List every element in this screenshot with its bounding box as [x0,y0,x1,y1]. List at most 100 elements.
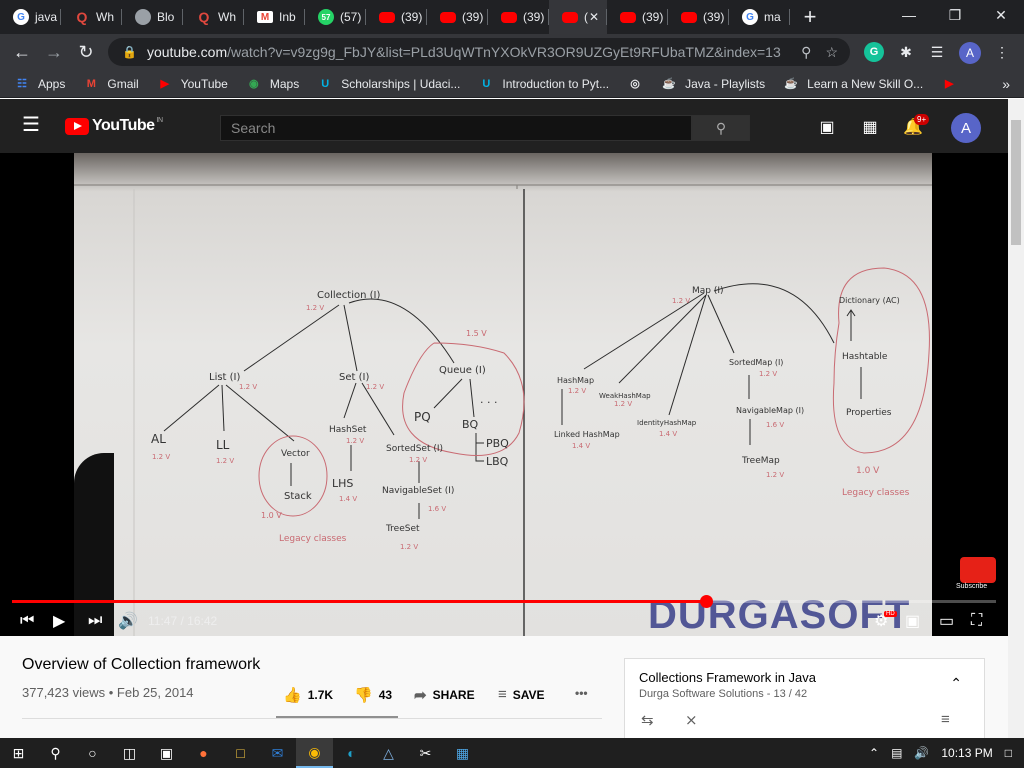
3d-viewer-icon[interactable]: △ [370,738,407,768]
cortana-circle-icon[interactable]: ○ [74,738,111,768]
tab-label: java [35,10,58,24]
share-button[interactable]: ➦ SHARE [414,686,475,704]
zoom-search-icon[interactable]: ⚲ [801,44,811,61]
upload-date: Feb 25, 2014 [116,685,194,700]
bookmarks-overflow-button[interactable]: » [1002,76,1010,92]
browser-tab[interactable]: Blo [122,0,183,34]
new-tab-button[interactable]: + [796,4,824,30]
dislike-button[interactable]: 👎 43 [354,686,392,704]
tab-label: ma [764,10,781,24]
miniplayer-icon[interactable]: ▣ [905,611,920,631]
start-windows-icon[interactable]: ⊞ [0,738,37,768]
close-window-button[interactable]: ✕ [978,0,1024,30]
youtube-icon [562,11,578,23]
mail-icon[interactable]: ✉ [259,738,296,768]
bookmark-item[interactable]: U Introduction to Pyt... [478,76,609,92]
task-view-icon[interactable]: ◫ [111,738,148,768]
thumbs-up-icon: 👍 [283,687,302,704]
browser-tab[interactable]: 57 (57) [305,0,366,34]
collapse-chevron-icon[interactable]: ⌃ [950,675,962,692]
previous-video-icon[interactable]: ⏮ [20,611,34,631]
playlist-channel[interactable]: Durga Software Solutions [639,688,764,700]
fullscreen-icon[interactable]: ⛶ [971,611,982,631]
browser-tab[interactable]: Gma [729,0,790,34]
browser-tab[interactable]: (39) [366,0,427,34]
volume-icon[interactable]: 🔊 [118,611,138,631]
back-arrow-icon[interactable]: ← [6,36,38,68]
bookmark-star-icon[interactable]: ☆ [825,44,838,61]
minimize-button[interactable]: — [886,0,932,30]
bookmark-item[interactable]: ▶ [941,76,965,92]
search-input[interactable]: Search [220,115,692,141]
browser-tab[interactable]: (✕ [549,0,607,34]
bookmark-item[interactable]: ◎ [627,76,651,92]
next-video-icon[interactable]: ⏭ [88,611,102,631]
firefox-icon[interactable]: ● [185,738,222,768]
snipping-tool-icon[interactable]: ✂ [407,738,444,768]
ver-ll: 1.2 V [216,457,234,465]
bookmark-label: Apps [38,76,66,91]
restore-button[interactable]: ❐ [932,0,978,30]
browser-tab[interactable]: (39) [668,0,729,34]
account-avatar[interactable]: A [951,113,981,143]
youtube-icon [681,11,697,23]
bookmark-item[interactable]: ☕ Java - Playlists [661,76,765,92]
browser-tab[interactable]: Q Wh [183,0,244,34]
tray-overflow-chevron-icon[interactable]: ⌃ [869,746,879,760]
subscribe-watermark-button[interactable] [960,557,996,583]
play-icon[interactable]: ▶ [53,611,65,631]
youtube-logo[interactable]: YouTube IN [65,117,163,135]
browser-tab[interactable]: Q Wh [61,0,122,34]
file-explorer-icon[interactable]: □ [222,738,259,768]
apps-grid-icon[interactable]: ▦ [859,117,881,137]
shuffle-icon[interactable]: ⨯ [685,711,698,729]
browser-tab[interactable]: M Inb [244,0,305,34]
save-button[interactable]: ≡ SAVE [498,686,545,703]
browser-tab-strip: Gjava Q Wh Blo Q Wh M Inb 57 (57) (39) (39) (39)(✕ (3… [0,0,1024,34]
speaker-icon[interactable]: 🔊 [914,746,929,760]
chrome-icon[interactable]: ◉ [296,738,333,768]
bookmark-item[interactable]: U Scholarships | Udaci... [317,76,460,92]
forward-arrow-icon[interactable]: → [38,36,70,68]
network-icon[interactable]: ▤ [891,746,902,760]
profile-avatar[interactable]: A [959,42,981,64]
extensions-puzzle-icon[interactable]: ✱ [896,42,916,62]
node-bq: BQ [462,418,479,431]
bookmark-item[interactable]: ▶ YouTube [157,76,227,92]
video-player[interactable]: Collection (I) 1.2 V List (I) 1.2 V Set … [0,153,1008,636]
bookmark-item[interactable]: ☷ Apps [14,76,65,92]
search-button[interactable]: ⚲ [692,115,750,141]
grammarly-extension-icon[interactable]: G [864,42,884,62]
browser-tab[interactable]: (39) [427,0,488,34]
more-actions-button[interactable]: ••• [575,686,588,700]
browser-menu-icon[interactable]: ⋮ [992,42,1012,62]
taskbar-search-icon[interactable]: ⚲ [37,738,74,768]
time-total: 16:42 [187,614,218,628]
dislike-count: 43 [378,688,393,702]
like-button[interactable]: 👍 1.7K [283,686,333,704]
bookmark-item[interactable]: ☕ Learn a New Skill O... [783,76,923,92]
create-video-icon[interactable]: ▣ [816,117,838,137]
playlist-title[interactable]: Collections Framework in Java [639,670,816,685]
save-playlist-icon[interactable]: ≡ [941,711,950,728]
progress-scrubber-handle[interactable] [699,595,713,608]
clock-time[interactable]: 10:13 PM [941,746,992,760]
bookmark-item[interactable]: ◉ Maps [246,76,299,92]
browser-tab[interactable]: Gjava [0,0,61,34]
photos-icon[interactable]: ▦ [444,738,481,768]
reload-icon[interactable]: ↻ [70,36,102,68]
browser-tab[interactable]: (39) [488,0,549,34]
browser-tab[interactable]: (39) [607,0,668,34]
hamburger-menu-icon[interactable]: ☰ [22,115,42,135]
action-center-icon[interactable]: □ [1005,746,1012,760]
loop-icon[interactable]: ⇆ [641,711,654,729]
scrollbar-thumb[interactable] [1011,120,1021,245]
close-tab-icon[interactable]: ✕ [589,10,599,24]
edge-icon[interactable]: ◐ [333,738,370,768]
bookmark-item[interactable]: M Gmail [83,76,139,92]
address-bar[interactable]: 🔒 youtube.com/watch?v=v9zg9g_FbJY&list=P… [108,38,850,66]
theater-mode-icon[interactable]: ▭ [939,611,954,631]
media-queue-icon[interactable]: ☰ [927,42,947,62]
bookmarks-bar: ☷ Apps M Gmail ▶ YouTube ◉ Maps U Scholarships | … [0,70,1024,98]
store-bag-icon[interactable]: ▣ [148,738,185,768]
